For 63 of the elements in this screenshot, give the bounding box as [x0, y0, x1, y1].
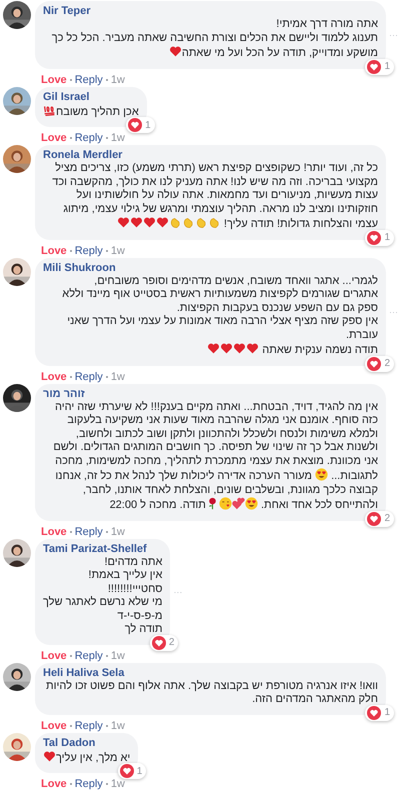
comment-time: 1w: [110, 526, 125, 538]
comment-time: 1w: [110, 74, 125, 86]
reaction-badge[interactable]: 1: [118, 763, 146, 779]
heart-icon: [220, 342, 234, 355]
author-name[interactable]: Ronela Merdler: [43, 149, 378, 161]
reaction-badge[interactable]: 2: [150, 634, 178, 650]
heart-icon: [43, 750, 56, 762]
comment-text: אתה מדהים! אין עלייך באמת! סחטייי!!!!!!!! מי שלא נרשם לאתגר שלך מ-פ-ס-י-ד תודה לך: [43, 556, 162, 636]
reply-link[interactable]: Reply: [74, 74, 103, 86]
love-link[interactable]: Love: [41, 132, 67, 144]
reply-link[interactable]: Reply: [74, 720, 103, 732]
reaction-badge[interactable]: 2: [365, 510, 394, 526]
heart-icon: [116, 216, 130, 229]
heart-eyes-face-icon: [244, 497, 258, 510]
love-link[interactable]: Love: [41, 370, 67, 382]
author-name[interactable]: Nir Teper: [43, 5, 378, 17]
author-name[interactable]: Gil Israel: [43, 90, 139, 102]
reply-link[interactable]: Reply: [74, 370, 103, 382]
reply-link[interactable]: Reply: [74, 526, 103, 538]
author-name[interactable]: Heli Haliva Sela: [43, 666, 378, 678]
two-hearts-icon: [232, 497, 245, 510]
reply-link[interactable]: Reply: [74, 132, 103, 144]
comment-time: 1w: [110, 720, 125, 732]
love-link[interactable]: Love: [41, 650, 67, 662]
author-name[interactable]: Tal Dadon: [43, 736, 130, 748]
author-name[interactable]: Mili Shukroon: [43, 262, 378, 274]
reaction-badge[interactable]: 1: [365, 230, 394, 246]
score-mark-icon: [43, 104, 56, 116]
comment-text: יא מלך, אין עליך: [43, 750, 130, 765]
reply-link[interactable]: Reply: [74, 778, 103, 790]
heart-icon: [246, 342, 260, 355]
kissing-face-icon: [218, 497, 232, 510]
author-name[interactable]: זוהר מור: [43, 388, 378, 400]
comment-text: כל זה, ועוד יותר! כשקופצים קפיצת ראש (תרתי משמע) כזו, צריכים מציל מקצועי בבריכה. וזה מה שיש לנו! אתה מעניק לנו את כולך, מהקשבה וכד עצות מעשיות, מניעורים ועד מחמאות. אתה עולה על חולשותינו ועל חוזקותינו ומציב לנו מראה. תהליך עוצמתי ומרגש של גילוי עצמי, מיתוג עצמי והצלחות גדולות! תודה עליך!: [51, 162, 378, 232]
heart-eyes-face-icon: [315, 468, 328, 481]
comment-text: לגמרי... אתגר וואחד משובח, אנשים מדהימים וסופר משובחים, אתגרים שגורמים לקפיצות משמעותיות ראשית בסטייט אוף מיינד וללא ספק גם עם השפע שנכנס בעקבות הקפיצות. אין ספק שזה מציף אצלי הרבה מאוד אמונות על עצמי ועל הדרך שאני עוברת. תודה נשמה ענקית שאתה: [61, 274, 378, 358]
comment-time: 1w: [110, 778, 125, 790]
heart-icon: [233, 342, 246, 355]
comment-time: 1w: [110, 370, 125, 382]
heart-icon: [168, 45, 182, 58]
comment-text: וואו! איזו אנרגיה מטורפת יש בקבוצה שלך. אתה אלוף והם פשוט זכו להיות חלק מהאתגר המדהים הזה.: [45, 680, 378, 706]
reaction-badge[interactable]: 1: [365, 704, 394, 720]
reply-link[interactable]: Reply: [74, 650, 103, 662]
love-link[interactable]: Love: [41, 74, 67, 86]
comment-time: 1w: [110, 244, 125, 256]
reply-link[interactable]: Reply: [74, 244, 103, 256]
author-name[interactable]: Tami Parizat-Shellef: [43, 542, 162, 554]
comment-text: אין מה להגיד, דויד, הבטחת... ואתה מקיים בענק!!! לא שיערתי שזה יהיה כזה סוחף. אומנם אני מגלה שהרבה מאוד שעות אני משקיעה בלעקוב ולמלא משימות ולנסח ולשכלל ולהתכוונן ולתקן ושוב לכתוב ולחשוב, ולשנות אבל כך זה שינוי של תפיסה. כך חושבים המותגים הגדולים. ולשם אני מכוונת. מוצאת את עצמי מתמכרת לתהליך, מחכה למשימות, מחכה לתגובות... מעורר הערכה אדירה ליכולות שלך לנהל את כל זה, אנחנו קבוצה כלכך מגוונת, ובשלבים שונים, והצלחת לאחד אותנו, לחבר, ולהתייחס לכל אחד ואחת. תודה. מחכה ל 22:00: [52, 400, 378, 512]
reaction-badge[interactable]: 1: [365, 58, 394, 74]
comment-time: 1w: [110, 132, 125, 144]
love-link[interactable]: Love: [41, 720, 67, 732]
comment-text: אתה מורה דרך אמיתי! תענוג ללמוד וליישם את הכלים וצורת החשיבה שאתה מעביר. הכל כל כך מושקע ומדוייק, תודה על הכל ועל מי שאתה: [50, 18, 378, 60]
heart-icon: [130, 216, 143, 229]
love-link[interactable]: Love: [41, 526, 67, 538]
comment-text: אכן תהליך משובח: [43, 104, 139, 119]
love-link[interactable]: Love: [41, 244, 67, 256]
love-link[interactable]: Love: [41, 778, 67, 790]
reaction-badge[interactable]: 2: [365, 356, 394, 372]
heart-icon: [142, 216, 156, 229]
heart-icon: [207, 342, 220, 355]
comment-time: 1w: [110, 650, 125, 662]
heart-icon: [156, 216, 169, 229]
reaction-badge[interactable]: 1: [126, 117, 155, 133]
